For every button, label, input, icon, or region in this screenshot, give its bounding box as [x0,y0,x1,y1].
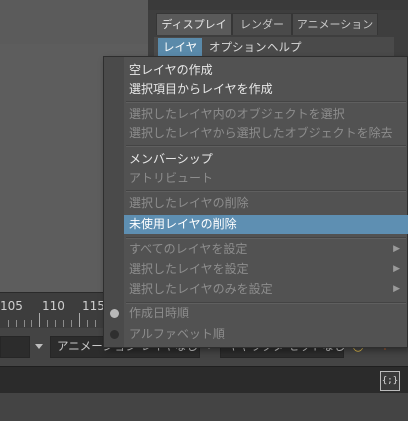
timeline-tick [31,320,32,327]
menu-item-delete-selected-layers[interactable]: 選択したレイヤの削除 [124,194,408,213]
panel-menubar: レイヤ オプション ヘルプ [154,37,394,58]
help-line [0,393,408,421]
menu-item-remove-objects-from-layers[interactable]: 選択したレイヤから選択したオブジェクトを除去 [124,124,408,143]
layer-editor-panel: ディスプレイ レンダー アニメーション レイヤ オプション ヘルプ [148,0,408,64]
timeline-tick [39,313,40,327]
menu-item-label: 選択したレイヤを設定 [129,262,249,276]
layer-menu-popup: 空レイヤの作成 選択項目からレイヤを作成 選択したレイヤ内のオブジェクトを選択 … [103,56,408,348]
menu-gutter [104,57,124,347]
menu-item-label: すべてのレイヤを設定 [129,242,248,256]
command-line[interactable] [0,366,408,393]
tab-render[interactable]: レンダー [232,13,292,35]
menubar-layer[interactable]: レイヤ [158,38,203,57]
radio-selected-icon [110,309,119,318]
menu-item-set-only-selected-layers[interactable]: 選択したレイヤのみを設定 ▶ [124,280,408,299]
timeline-tick [55,320,56,327]
menu-separator [126,190,406,192]
timeline-tick [87,320,88,327]
submenu-arrow-icon: ▶ [393,284,400,294]
tab-display[interactable]: ディスプレイ [156,13,232,35]
timeline-tick [16,320,17,327]
time-slider[interactable]: 105 110 115 [0,292,108,329]
timeline-label: 110 [42,299,65,313]
radio-unselected-icon [110,330,119,339]
menu-item-label: 選択したレイヤのみを設定 [129,282,273,296]
timeline-label: 105 [0,299,23,313]
menu-separator [126,145,406,147]
menu-item-set-selected-layers[interactable]: 選択したレイヤを設定 ▶ [124,260,408,279]
script-editor-icon[interactable]: {;} [380,371,400,391]
submenu-arrow-icon: ▶ [393,244,400,254]
menu-item-create-empty-layer[interactable]: 空レイヤの作成 [124,61,408,80]
panel-top-strip [148,0,408,10]
timeline-tick [47,320,48,327]
timeline-tick [71,320,72,327]
menu-item-set-all-layers[interactable]: すべてのレイヤを設定 ▶ [124,240,408,259]
menu-separator [126,237,406,239]
timeline-tick [79,313,80,327]
menu-item-select-objects-in-layers[interactable]: 選択したレイヤ内のオブジェクトを選択 [124,105,408,124]
range-field[interactable] [0,336,30,358]
submenu-arrow-icon: ▶ [393,264,400,274]
timeline-tick [63,320,64,327]
timeline-tick [95,320,96,327]
menubar-help[interactable]: ヘルプ [262,38,307,57]
tab-animation[interactable]: アニメーション [292,13,378,35]
menu-item-sort-alphabetical[interactable]: アルファベット順 [124,325,408,344]
menu-item-membership[interactable]: メンバーシップ [124,150,408,169]
timeline-tick [8,320,9,327]
menu-separator [126,101,406,103]
timeline-label: 115 [82,299,105,313]
viewport-header [0,0,148,44]
menu-item-delete-unused-layers[interactable]: 未使用レイヤの削除 [124,215,408,234]
timeline-tick [24,320,25,327]
chevron-down-icon[interactable] [35,344,43,349]
menu-item-attributes[interactable]: アトリビュート [124,169,408,188]
menu-item-create-layer-from-selected[interactable]: 選択項目からレイヤを作成 [124,80,408,99]
menu-item-sort-by-creation[interactable]: 作成日時順 [124,304,408,323]
